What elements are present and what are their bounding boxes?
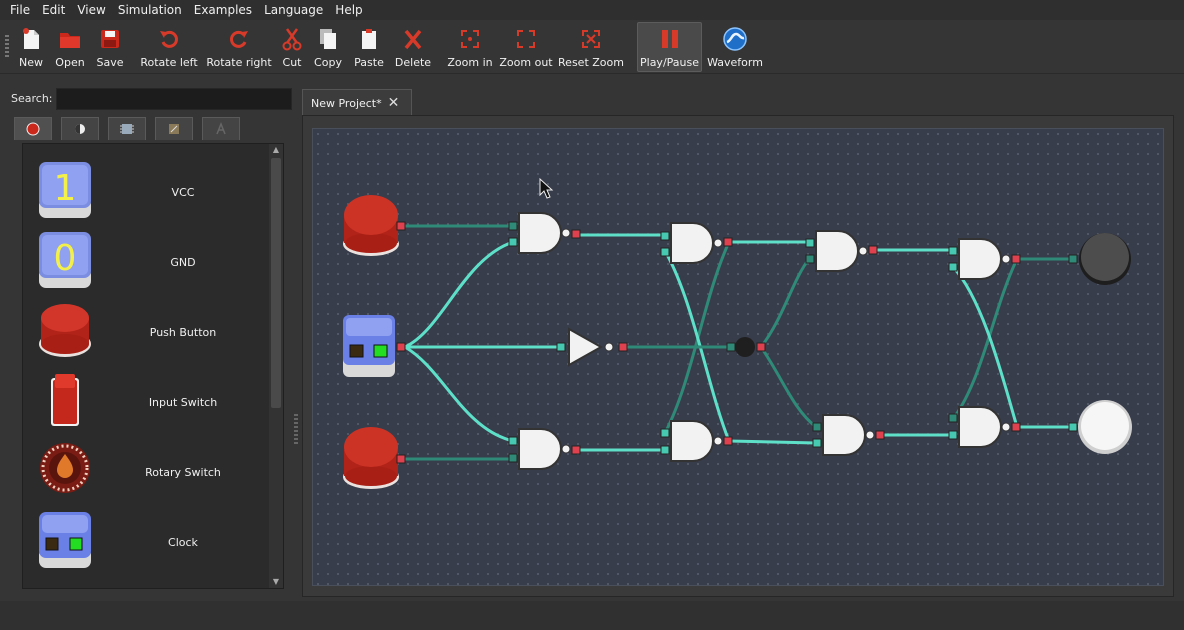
toolbar: New Open Save Rotate left Rotate right C… bbox=[0, 21, 1184, 74]
svg-text:1: 1 bbox=[54, 168, 77, 209]
clock-element[interactable] bbox=[343, 315, 406, 377]
zoom-in-icon bbox=[457, 26, 483, 52]
led-output-on[interactable] bbox=[1068, 400, 1132, 454]
palette-scrollbar[interactable]: ▲ ▼ bbox=[269, 144, 283, 588]
rotate-left-button[interactable]: Rotate left bbox=[140, 23, 198, 71]
junction-node[interactable] bbox=[726, 337, 766, 357]
clipboard-icon bbox=[356, 26, 382, 52]
zoom-out-icon bbox=[513, 26, 539, 52]
led-output-off[interactable] bbox=[1068, 233, 1131, 285]
rotate-right-button[interactable]: Rotate right bbox=[206, 23, 272, 71]
pause-icon bbox=[657, 26, 683, 52]
push-button-top[interactable] bbox=[343, 195, 406, 256]
circuit-canvas[interactable] bbox=[312, 128, 1164, 586]
palette-item-input-switch[interactable]: Input Switch bbox=[23, 368, 269, 438]
scroll-up-arrow-icon[interactable]: ▲ bbox=[271, 144, 281, 156]
nand-gate[interactable] bbox=[812, 414, 885, 456]
wire[interactable] bbox=[404, 240, 514, 349]
red-button-icon bbox=[26, 122, 40, 136]
not-gate[interactable] bbox=[556, 327, 628, 367]
rotate-right-icon bbox=[226, 26, 252, 52]
copy-icon bbox=[315, 26, 341, 52]
waveform-icon bbox=[722, 26, 748, 52]
gnd-icon: 0 bbox=[39, 232, 91, 288]
wire[interactable] bbox=[759, 346, 817, 429]
nand-gate[interactable] bbox=[508, 428, 581, 470]
palette-item-gnd[interactable]: 0 GND bbox=[23, 228, 269, 298]
element-palette-panel: Search: 1 VCC 0 GND Push Button Input Sw… bbox=[0, 84, 300, 604]
menu-examples[interactable]: Examples bbox=[188, 0, 258, 20]
svg-text:0: 0 bbox=[54, 238, 77, 279]
vcc-icon: 1 bbox=[39, 162, 91, 218]
menu-file[interactable]: File bbox=[0, 0, 36, 20]
menu-edit[interactable]: Edit bbox=[36, 0, 71, 20]
waveform-button[interactable]: Waveform bbox=[707, 23, 763, 71]
new-button[interactable]: New bbox=[17, 23, 45, 71]
zoom-in-button[interactable]: Zoom in bbox=[447, 23, 493, 71]
menu-simulation[interactable]: Simulation bbox=[112, 0, 188, 20]
rotary-switch-icon bbox=[40, 443, 90, 493]
zoom-out-button[interactable]: Zoom out bbox=[499, 23, 553, 71]
tab-memory[interactable] bbox=[155, 117, 193, 140]
reset-zoom-icon bbox=[578, 26, 604, 52]
menu-view[interactable]: View bbox=[71, 0, 111, 20]
palette-item-rotary-switch[interactable]: Rotary Switch bbox=[23, 438, 269, 508]
nand-gate[interactable] bbox=[508, 212, 581, 254]
menu-language[interactable]: Language bbox=[258, 0, 329, 20]
mouse-cursor-icon bbox=[539, 177, 554, 199]
menu-help[interactable]: Help bbox=[329, 0, 368, 20]
chip-icon bbox=[120, 124, 134, 134]
circuit-diagram bbox=[343, 177, 1132, 489]
folder-icon bbox=[57, 26, 83, 52]
nand-gate[interactable] bbox=[805, 230, 878, 272]
text-icon bbox=[216, 121, 226, 135]
delete-button[interactable]: Delete bbox=[395, 23, 431, 71]
panel-splitter[interactable] bbox=[294, 414, 298, 444]
wire[interactable] bbox=[759, 258, 811, 348]
floppy-icon bbox=[97, 26, 123, 52]
half-moon-icon bbox=[75, 124, 85, 134]
tab-new-project[interactable]: New Project* ✕ bbox=[302, 89, 412, 116]
nand-gate[interactable] bbox=[660, 420, 733, 462]
memory-icon bbox=[169, 124, 179, 134]
tab-gates[interactable] bbox=[108, 117, 146, 140]
rotate-left-icon bbox=[156, 26, 182, 52]
search-input[interactable] bbox=[56, 88, 292, 110]
play-pause-button[interactable]: Play/Pause bbox=[637, 22, 702, 72]
input-switch-icon bbox=[51, 374, 79, 426]
palette-item-clock[interactable]: Clock bbox=[23, 508, 269, 578]
palette-item-push-button[interactable]: Push Button bbox=[23, 298, 269, 368]
wire[interactable] bbox=[728, 439, 817, 445]
new-file-icon bbox=[18, 26, 44, 52]
delete-x-icon bbox=[400, 26, 426, 52]
save-button[interactable]: Save bbox=[95, 23, 125, 71]
nand-gate[interactable] bbox=[948, 406, 1021, 448]
wire[interactable] bbox=[404, 345, 514, 443]
close-tab-icon[interactable]: ✕ bbox=[388, 95, 400, 111]
palette-item-vcc[interactable]: 1 VCC bbox=[23, 158, 269, 228]
tab-outputs[interactable] bbox=[61, 117, 99, 140]
scroll-down-arrow-icon[interactable]: ▼ bbox=[271, 576, 281, 588]
palette-tabs bbox=[14, 117, 249, 141]
toolbar-grip[interactable] bbox=[5, 35, 9, 59]
paste-button[interactable]: Paste bbox=[353, 23, 385, 71]
menu-bar: File Edit View Simulation Examples Langu… bbox=[0, 0, 1184, 20]
status-bar bbox=[0, 601, 1184, 630]
reset-zoom-button[interactable]: Reset Zoom bbox=[558, 23, 624, 71]
push-button-icon bbox=[39, 304, 91, 357]
cut-button[interactable]: Cut bbox=[280, 23, 304, 71]
open-button[interactable]: Open bbox=[54, 23, 86, 71]
scissors-icon bbox=[279, 26, 305, 52]
push-button-bottom[interactable] bbox=[343, 427, 406, 489]
clock-icon bbox=[39, 512, 91, 568]
tab-misc[interactable] bbox=[202, 117, 240, 140]
palette-list: 1 VCC 0 GND Push Button Input Switch Rot… bbox=[22, 143, 284, 589]
tab-inputs[interactable] bbox=[14, 117, 52, 140]
scroll-thumb[interactable] bbox=[271, 158, 281, 408]
search-label: Search: bbox=[11, 92, 53, 105]
copy-button[interactable]: Copy bbox=[314, 23, 342, 71]
